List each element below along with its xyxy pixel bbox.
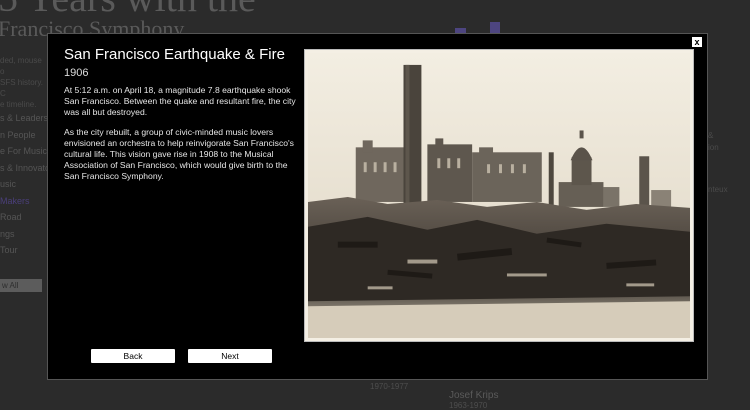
background-nav-item[interactable]: Tour [0, 242, 46, 259]
event-description: At 5:12 a.m. on April 18, a magnitude 7.… [64, 85, 300, 191]
event-year: 1906 [64, 67, 89, 79]
background-nav-item[interactable]: s & Leaders [0, 110, 48, 127]
background-nav-item[interactable]: Road [0, 209, 46, 226]
background-right-fragment: ion [708, 143, 719, 152]
background-intro-line: SFS history. C [0, 78, 43, 98]
back-button[interactable]: Back [91, 349, 175, 363]
event-paragraph: As the city rebuilt, a group of civic-mi… [64, 126, 294, 182]
close-icon[interactable]: x [692, 37, 702, 47]
event-paragraph: At 5:12 a.m. on April 18, a magnitude 7.… [64, 85, 296, 118]
background-nav-item[interactable]: ngs [0, 226, 46, 243]
background-nav-item[interactable]: s & Innovato [0, 160, 50, 177]
event-title: San Francisco Earthquake & Fire [64, 46, 285, 63]
background-right-fragment: & [708, 131, 714, 140]
background-timeline-date: 1963-1970 [449, 401, 488, 410]
background-category-nav: s & Leaders n People e For Music s & Inn… [0, 110, 50, 259]
background-view-all-button[interactable]: w All [0, 279, 42, 292]
background-timeline-name[interactable]: Josef Krips [449, 390, 498, 401]
background-intro-line: ded, mouse o [0, 56, 42, 76]
background-nav-item[interactable]: usic [0, 176, 46, 193]
background-nav-item-active[interactable]: Makers [0, 193, 46, 210]
event-photo-frame [304, 49, 694, 342]
next-button[interactable]: Next [188, 349, 272, 363]
background-nav-item[interactable]: n People [0, 127, 46, 144]
background-timeline-date: 1970-1977 [370, 382, 409, 391]
background-intro-text: ded, mouse o SFS history. C e timeline. [0, 55, 46, 110]
background-nav-item[interactable]: e For Music [0, 143, 47, 160]
earthquake-ruins-photo [308, 53, 690, 338]
background-right-fragment: nteux [708, 185, 728, 194]
background-intro-line: e timeline. [0, 100, 37, 109]
